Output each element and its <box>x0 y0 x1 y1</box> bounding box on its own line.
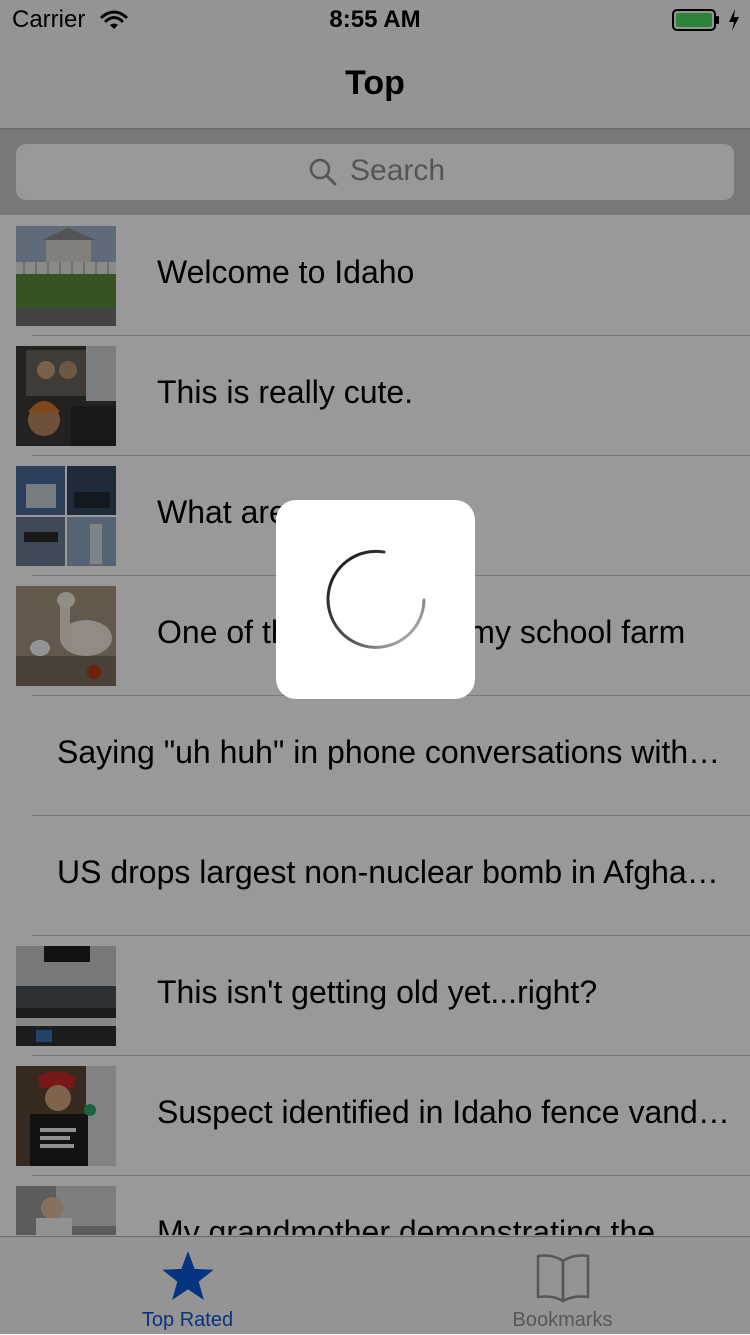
spinner-icon <box>326 549 426 649</box>
loading-hud <box>276 500 475 699</box>
